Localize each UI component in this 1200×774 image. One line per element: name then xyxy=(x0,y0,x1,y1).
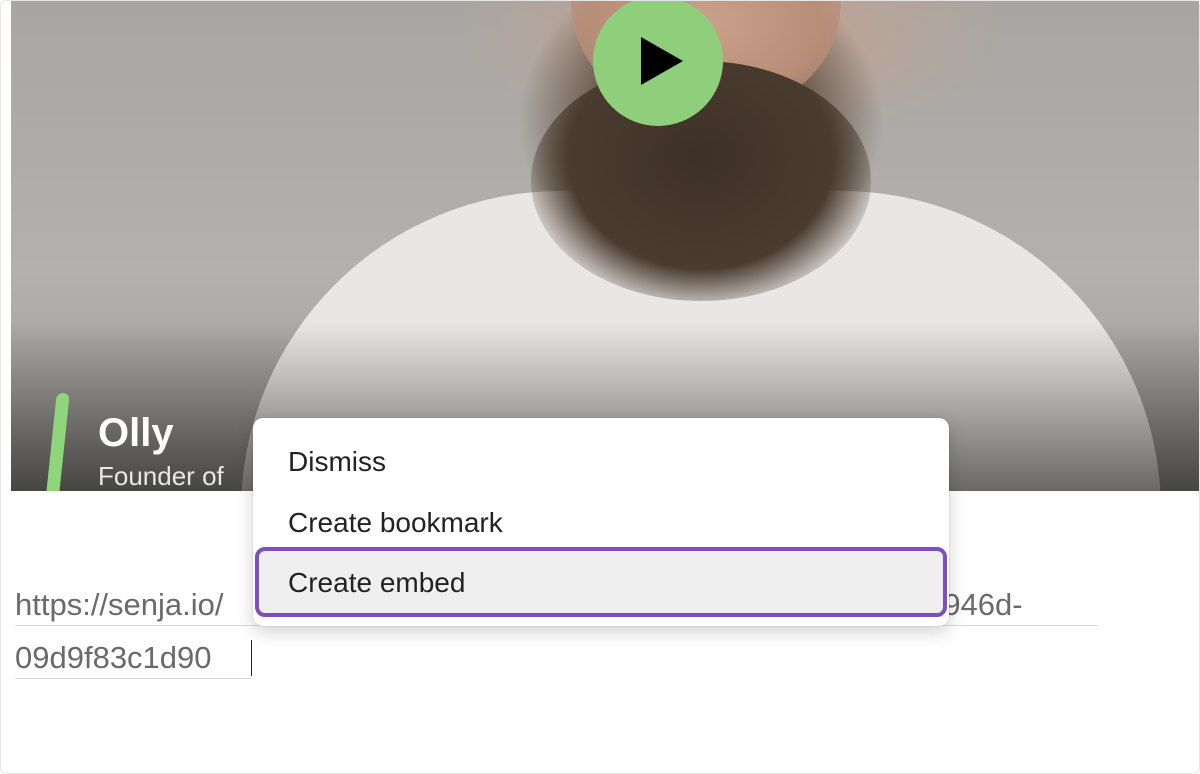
paste-context-menu: Dismiss Create bookmark Create embed xyxy=(253,418,949,626)
name-accent-bar xyxy=(45,393,70,491)
url-line-2[interactable]: 09d9f83c1d90 xyxy=(15,638,252,679)
play-icon xyxy=(641,37,683,85)
testimonial-role: Founder of xyxy=(98,461,224,491)
url-line-2-text: 09d9f83c1d90 xyxy=(15,640,212,675)
menu-item-create-bookmark[interactable]: Create bookmark xyxy=(257,495,945,551)
menu-item-dismiss[interactable]: Dismiss xyxy=(257,434,945,490)
play-button[interactable] xyxy=(593,1,723,126)
embed-block: Olly Founder of https://senja.io/e9-946d… xyxy=(0,0,1200,774)
url-line-1-start: https://senja.io/ xyxy=(15,587,224,622)
testimonial-name: Olly xyxy=(98,411,174,455)
menu-item-create-embed[interactable]: Create embed xyxy=(255,547,947,617)
text-caret xyxy=(251,640,252,676)
